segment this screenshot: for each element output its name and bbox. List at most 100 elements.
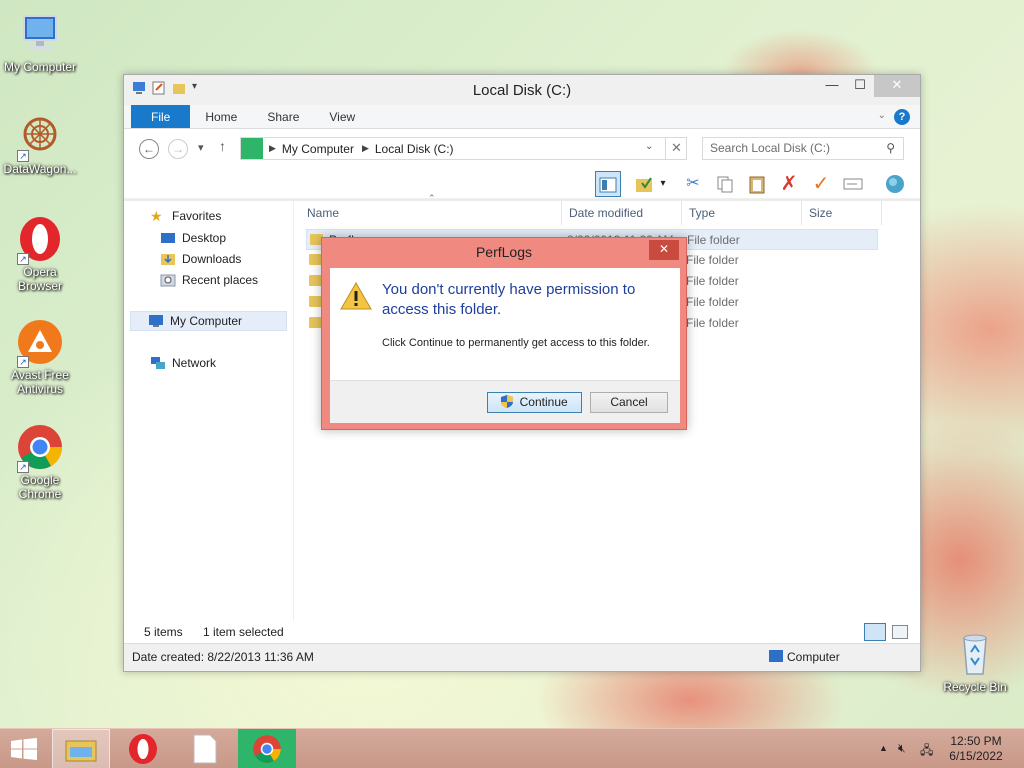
window-title: Local Disk (C:) xyxy=(472,82,572,99)
tab-view[interactable]: View xyxy=(314,105,370,128)
forward-button[interactable]: → xyxy=(168,139,188,159)
file-type: File folder xyxy=(686,295,739,309)
paste-icon[interactable] xyxy=(744,171,770,197)
chevron-right-icon: ▶ xyxy=(269,143,276,153)
recent-locations-chevron-icon[interactable]: ▾ xyxy=(198,141,204,154)
taskbar-opera[interactable] xyxy=(114,729,172,768)
column-header-date[interactable]: Date modified xyxy=(562,201,682,225)
desktop-icon-label: Recycle Bin xyxy=(943,680,1007,694)
system-tray: ▲ 🔇︎ 🖧︎ 12:50 PM 6/15/2022 xyxy=(864,729,1024,768)
volume-muted-icon[interactable]: 🔇︎ xyxy=(898,741,906,756)
file-type: File folder xyxy=(686,274,739,288)
breadcrumb-my-computer[interactable]: My Computer xyxy=(282,142,354,156)
taskbar: ▲ 🔇︎ 🖧︎ 12:50 PM 6/15/2022 xyxy=(0,728,1024,768)
computer-small-icon xyxy=(241,138,263,159)
permission-dialog: PerfLogs ✕ You don't currently have perm… xyxy=(321,237,687,430)
help-icon[interactable]: ? xyxy=(894,109,910,125)
details-bar: Date created: 8/22/2013 11:36 AM Compute… xyxy=(124,643,920,671)
globe-icon[interactable] xyxy=(882,171,908,197)
nav-desktop[interactable]: Desktop xyxy=(160,231,226,245)
maximize-button[interactable]: ☐ xyxy=(846,75,874,97)
taskbar-chrome[interactable] xyxy=(238,729,296,768)
date-created: Date created: 8/22/2013 11:36 AM xyxy=(132,650,314,664)
nav-label: Recent places xyxy=(182,273,259,287)
taskbar-file-explorer[interactable] xyxy=(52,729,110,768)
back-button[interactable]: ← xyxy=(139,139,159,159)
dialog-content-text: Click Continue to permanently get access… xyxy=(382,337,650,349)
details-view-icon[interactable] xyxy=(864,623,886,641)
continue-label: Continue xyxy=(519,395,568,409)
network-icon[interactable]: 🖧︎ xyxy=(920,741,933,762)
cut-icon[interactable]: ✂ xyxy=(680,171,706,197)
cancel-button[interactable]: Cancel xyxy=(590,392,668,413)
file-type: File folder xyxy=(687,233,740,247)
dialog-title: PerfLogs xyxy=(475,244,533,260)
title-bar[interactable]: ▾ Local Disk (C:) — ☐ ✕ xyxy=(124,75,920,105)
tab-share[interactable]: Share xyxy=(252,105,314,128)
ribbon-tabs: File Home Share View ⌄ ? xyxy=(124,105,920,129)
column-header-name[interactable]: Name xyxy=(300,201,562,225)
clock-date: 6/15/2022 xyxy=(949,749,1003,763)
taskbar-document[interactable] xyxy=(176,729,234,768)
desktop-icon-avast[interactable]: ↗ Avast Free Antivirus xyxy=(0,318,80,396)
search-input[interactable]: Search Local Disk (C:) ⚲ xyxy=(702,137,904,160)
breadcrumb-local-disk[interactable]: Local Disk (C:) xyxy=(375,142,454,156)
desktop-icon-chrome[interactable]: ↗ Google Chrome xyxy=(0,423,80,501)
desktop-icon-recycle-bin[interactable]: Recycle Bin xyxy=(935,630,1015,694)
desktop-icon-label: Opera Browser xyxy=(17,265,62,293)
sort-indicator-icon: ⌃ xyxy=(428,193,436,203)
uac-shield-icon xyxy=(501,395,514,408)
shortcut-arrow-icon: ↗ xyxy=(17,356,29,368)
delete-icon[interactable]: ✗ xyxy=(776,171,802,197)
nav-favorites[interactable]: ★ Favorites xyxy=(150,209,221,223)
search-icon[interactable]: ⚲ xyxy=(886,138,895,159)
close-button[interactable]: ✕ xyxy=(874,75,920,97)
desktop-icon-label: My Computer xyxy=(3,60,77,74)
nav-recent-places[interactable]: Recent places xyxy=(160,273,258,287)
column-header-type[interactable]: Type xyxy=(682,201,802,225)
address-bar[interactable]: ▶ My Computer ▶ Local Disk (C:) xyxy=(240,137,687,160)
item-count: 5 items xyxy=(144,625,183,639)
check-icon[interactable]: ✓ xyxy=(808,171,834,197)
start-button[interactable] xyxy=(10,738,38,763)
datawagon-icon: ↗ xyxy=(16,112,64,162)
up-button[interactable]: ↑ xyxy=(219,138,226,154)
chrome-icon: ↗ xyxy=(16,423,64,473)
nav-network[interactable]: Network xyxy=(150,356,216,370)
chrome-icon xyxy=(253,735,281,763)
show-hidden-icons-icon[interactable]: ▲ xyxy=(879,743,888,753)
nav-downloads[interactable]: Downloads xyxy=(160,252,241,266)
rename-icon[interactable] xyxy=(840,171,866,197)
desktop-icon-opera[interactable]: ↗ Opera Browser xyxy=(0,215,80,293)
tab-file[interactable]: File xyxy=(131,105,191,128)
clock[interactable]: 12:50 PM 6/15/2022 xyxy=(946,734,1006,764)
dialog-body: You don't currently have permission to a… xyxy=(330,268,680,380)
opera-icon xyxy=(129,734,157,764)
desktop-icon-my-computer[interactable]: My Computer xyxy=(0,10,80,74)
chevron-down-icon[interactable]: ▾ xyxy=(656,171,670,197)
nav-my-computer[interactable]: My Computer xyxy=(130,311,287,331)
continue-button[interactable]: Continue xyxy=(487,392,582,413)
recycle-bin-icon xyxy=(951,630,999,678)
folder-properties-icon[interactable] xyxy=(632,171,658,197)
nav-label: My Computer xyxy=(170,314,243,328)
tab-home[interactable]: Home xyxy=(190,105,252,128)
column-header-size[interactable]: Size xyxy=(802,201,882,225)
preview-pane-icon[interactable] xyxy=(595,171,621,197)
shortcut-arrow-icon: ↗ xyxy=(17,150,29,162)
file-explorer-icon xyxy=(65,740,97,762)
clear-address-icon[interactable]: ✕ xyxy=(665,137,687,160)
minimize-button[interactable]: — xyxy=(818,75,846,97)
expand-ribbon-icon[interactable]: ⌄ xyxy=(878,110,886,121)
file-type: File folder xyxy=(686,253,739,267)
blank-document-icon xyxy=(193,734,217,764)
downloads-icon xyxy=(160,252,176,266)
address-dropdown-icon[interactable]: ⌄ xyxy=(645,141,653,152)
dialog-close-button[interactable]: ✕ xyxy=(649,240,679,260)
desktop-icon-datawagon[interactable]: ↗ DataWagon... xyxy=(0,112,80,176)
shortcut-arrow-icon: ↗ xyxy=(17,253,29,265)
large-icons-view-icon[interactable] xyxy=(892,625,908,639)
copy-icon[interactable] xyxy=(712,171,738,197)
shortcut-arrow-icon: ↗ xyxy=(17,461,29,473)
recent-places-icon xyxy=(160,273,176,287)
